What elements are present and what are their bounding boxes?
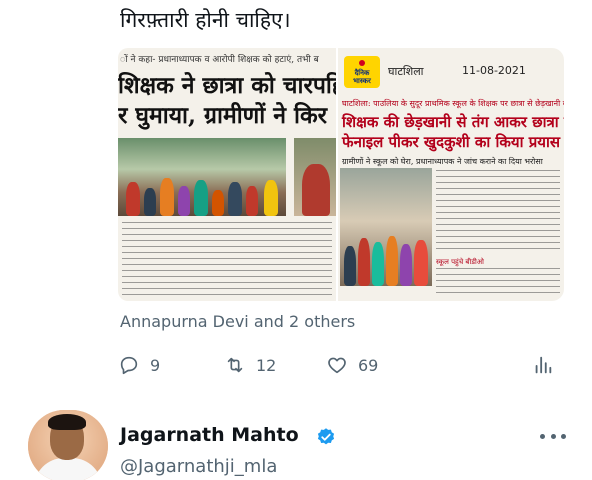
- photo-caption: ग्रामीणों ने स्कूल को घेरा, प्रधानाध्याप…: [342, 157, 543, 166]
- clipping-place: घाटशिला: [388, 65, 424, 78]
- article-body-text: [122, 222, 332, 298]
- clipping-kicker: घाटशिला: पाउलिया के सुदूर प्राथमिक स्कूल…: [342, 99, 564, 108]
- tweet-actions-bar: 9 12 69: [118, 350, 558, 380]
- article-subheading: स्कूल पहुंचे बीडीओ: [436, 258, 484, 266]
- clipping-kicker: ों ने कहा- प्रधानाध्यापक व आरोपी शिक्षक …: [120, 55, 319, 65]
- tweet-text-line: गिरफ़्तारी होनी चाहिए।: [120, 8, 291, 32]
- article-body-text: [436, 170, 560, 254]
- liked-by-text[interactable]: Annapurna Devi and 2 others: [120, 312, 355, 331]
- author-avatar[interactable]: [28, 410, 108, 480]
- clipping-headline-line1: शिक्षक ने छात्रा को चारपहि: [118, 72, 336, 99]
- news-photo-classroom: [340, 168, 432, 286]
- retweet-button[interactable]: 12: [224, 350, 276, 380]
- reply-icon: [120, 356, 138, 375]
- newspaper-clipping-right[interactable]: दैनिक भास्कर घाटशिला 11-08-2021 घाटशिला:…: [338, 48, 564, 301]
- news-photo-crowd: [118, 138, 286, 216]
- clipping-headline-line2: र घुमाया, ग्रामीणों ने किर: [118, 102, 328, 129]
- tweet-media[interactable]: ों ने कहा- प्रधानाध्यापक व आरोपी शिक्षक …: [118, 48, 564, 301]
- more-options-button[interactable]: [540, 428, 566, 444]
- newspaper-clipping-left[interactable]: ों ने कहा- प्रधानाध्यापक व आरोपी शिक्षक …: [118, 48, 336, 301]
- heart-icon: [328, 357, 346, 374]
- newspaper-logo: दैनिक भास्कर: [344, 56, 380, 88]
- reply-button[interactable]: 9: [118, 350, 160, 380]
- article-body-text: [436, 268, 560, 298]
- reply-count: 9: [150, 355, 161, 375]
- author-name[interactable]: Jagarnath Mahto: [120, 424, 299, 446]
- retweet-count: 12: [256, 355, 277, 375]
- like-count: 69: [358, 355, 379, 375]
- like-button[interactable]: 69: [326, 350, 378, 380]
- clipping-headline-line1: शिक्षक की छेड़खानी से तंग आकर छात्रा ने: [342, 113, 564, 131]
- news-photo-portrait: [294, 138, 336, 216]
- verified-badge-icon: [317, 428, 335, 445]
- author-handle[interactable]: @Jagarnathji_mla: [120, 456, 277, 477]
- analytics-icon: [535, 356, 552, 374]
- analytics-button[interactable]: [532, 350, 554, 380]
- more-options-icon: [540, 433, 545, 439]
- clipping-headline-line2: फेनाइल पीकर खुदकुशी का किया प्रयास: [342, 133, 560, 151]
- clipping-date: 11-08-2021: [462, 64, 526, 77]
- retweet-icon: [227, 357, 243, 373]
